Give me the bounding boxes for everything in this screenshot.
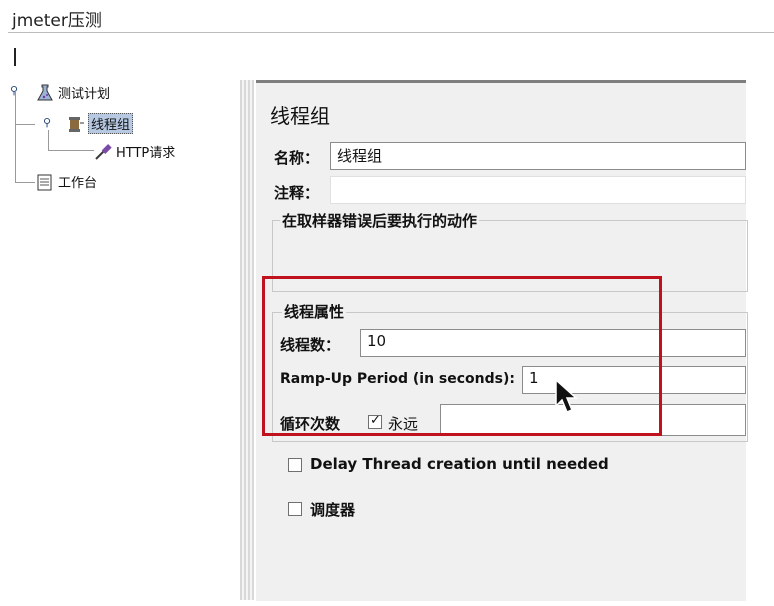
text-cursor	[14, 48, 16, 66]
expand-handle-icon[interactable]: ⚲	[43, 117, 53, 128]
expand-handle-icon[interactable]: ⚲	[10, 85, 20, 96]
title-divider	[8, 32, 774, 33]
pipette-icon	[94, 143, 112, 161]
tree-item-thread-group[interactable]: 线程组	[66, 113, 134, 134]
tree-item-http-request[interactable]: HTTP请求	[94, 142, 175, 161]
annotation-highlight-box	[262, 276, 662, 436]
test-plan-tree: ⚲ 测试计划 ⚲ 线程组 HTTP请求 工作台	[10, 80, 238, 600]
delay-thread-label: Delay Thread creation until needed	[310, 455, 609, 473]
window-title: jmeter压测	[12, 11, 102, 31]
spool-icon	[66, 115, 84, 133]
flask-icon	[36, 84, 54, 102]
delay-thread-checkbox[interactable]	[288, 458, 302, 472]
scheduler-label: 调度器	[310, 501, 356, 519]
panel-title: 线程组	[270, 104, 330, 128]
tree-item-label: 线程组	[88, 113, 134, 134]
tree-item-test-plan[interactable]: 测试计划	[36, 83, 110, 102]
tree-item-label: 工作台	[58, 176, 98, 191]
tree-item-workbench[interactable]: 工作台	[36, 172, 97, 191]
tree-item-label: HTTP请求	[116, 146, 176, 161]
split-pane-divider[interactable]	[240, 80, 254, 600]
clipboard-icon	[36, 173, 54, 191]
comment-label: 注释：	[274, 184, 320, 202]
error-action-label: 在取样器错误后要执行的动作	[280, 210, 480, 231]
name-field[interactable]: 线程组	[330, 142, 746, 170]
name-label: 名称：	[274, 149, 320, 167]
tree-item-label: 测试计划	[58, 87, 111, 102]
comment-field[interactable]	[330, 176, 746, 204]
mouse-pointer-icon	[555, 378, 578, 413]
scheduler-checkbox[interactable]	[288, 502, 302, 516]
